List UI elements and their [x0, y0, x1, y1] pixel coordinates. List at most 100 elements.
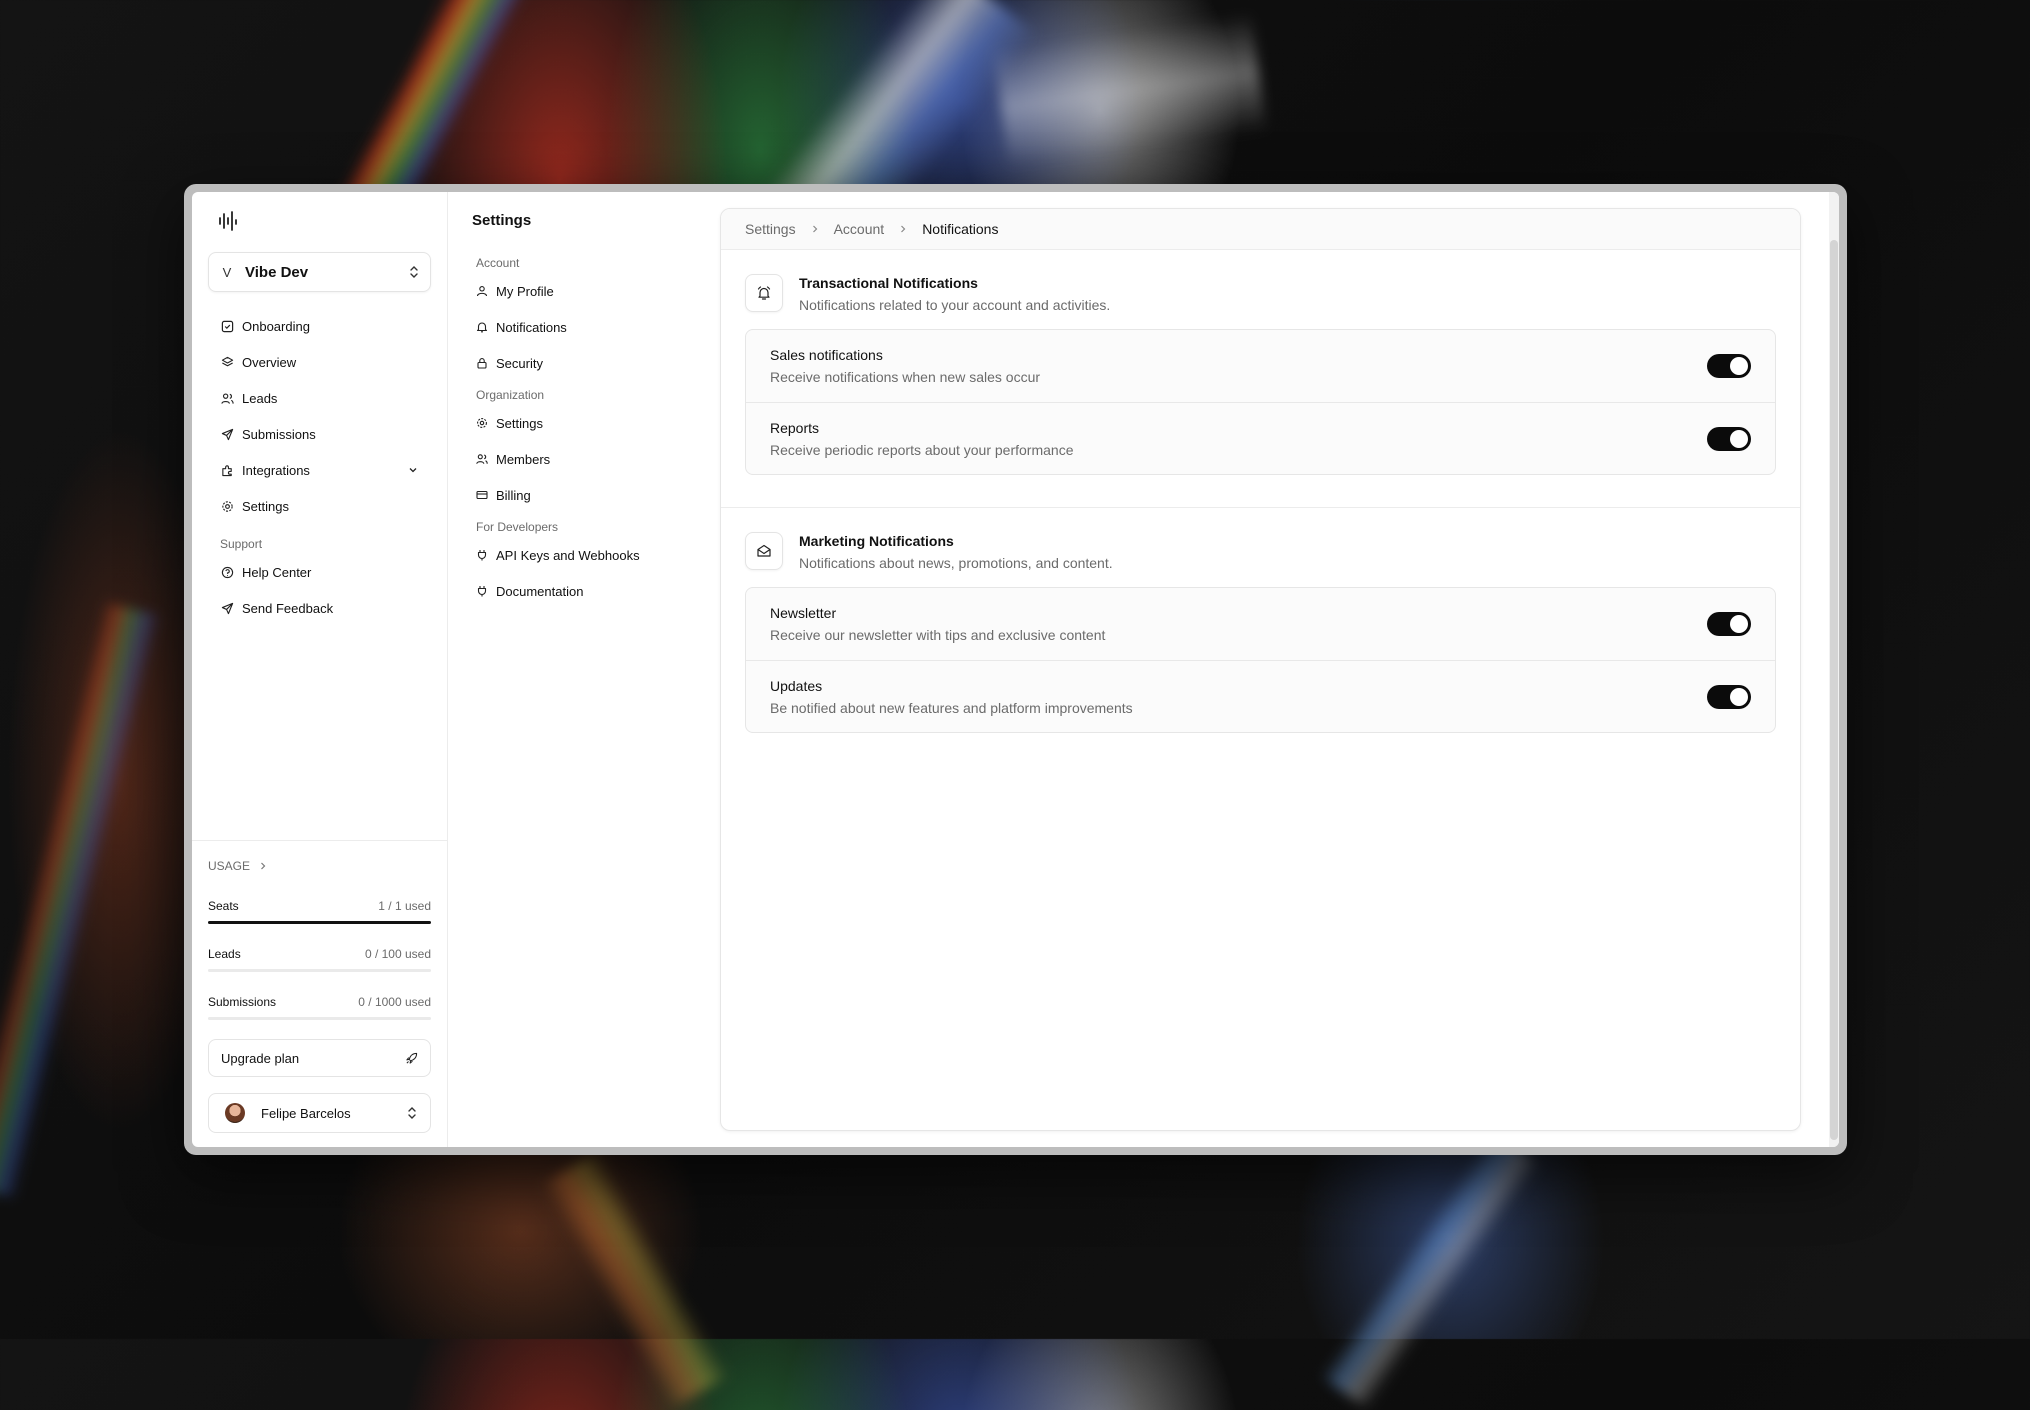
sidebar-item-submissions[interactable]: Submissions [208, 416, 431, 452]
background-light-beam [1319, 1129, 1541, 1410]
section-title: Marketing Notifications [799, 533, 954, 549]
usage-label: USAGE [208, 859, 251, 873]
option-row-newsletter: Newsletter Receive our newsletter with t… [746, 588, 1775, 660]
marketing-notifications-section: Marketing Notifications Notifications ab… [721, 507, 1800, 765]
user-menu-button[interactable]: Felipe Barcelos [208, 1093, 431, 1133]
scrollbar[interactable] [1829, 192, 1839, 1147]
plug-icon [477, 550, 487, 561]
breadcrumb-item-settings[interactable]: Settings [745, 221, 796, 237]
settings-nav-item-label: Documentation [496, 583, 584, 599]
sales-notifications-toggle[interactable] [1707, 354, 1751, 378]
usage-panel: USAGE Seats 1 / 1 used Leads 0 / 100 use… [192, 840, 447, 1133]
users-icon [221, 392, 234, 404]
settings-nav-item-api-keys[interactable]: API Keys and Webhooks [472, 537, 696, 573]
usage-row-label: Seats [208, 899, 239, 913]
workspace-avatar: V [222, 264, 232, 280]
usage-row-label: Leads [208, 947, 241, 961]
background-light-beam [539, 1149, 731, 1410]
section-description: Notifications related to your account an… [799, 297, 1111, 313]
sidebar-item-onboarding[interactable]: Onboarding [208, 308, 431, 344]
sidebar-item-label: Help Center [242, 564, 312, 580]
plug-icon [477, 586, 487, 597]
settings-nav-item-label: API Keys and Webhooks [496, 547, 640, 563]
settings-nav-item-documentation[interactable]: Documentation [472, 573, 696, 609]
option-list: Sales notifications Receive notification… [745, 329, 1776, 475]
settings-nav-item-billing[interactable]: Billing [472, 477, 696, 513]
workspace-switcher[interactable]: V Vibe Dev [208, 252, 431, 292]
sidebar-item-label: Settings [242, 498, 289, 514]
app-logo[interactable] [218, 208, 431, 234]
settings-nav-item-label: Settings [496, 415, 543, 431]
bell-icon [476, 322, 488, 333]
section-header: Marketing Notifications Notifications ab… [745, 532, 1776, 571]
usage-row-value: 1 / 1 used [378, 899, 431, 913]
sidebar-item-integrations[interactable]: Integrations [208, 452, 431, 488]
send-icon [221, 602, 234, 614]
settings-nav-item-my-profile[interactable]: My Profile [472, 273, 696, 309]
sidebar-item-label: Overview [242, 354, 297, 370]
chevron-down-icon[interactable] [408, 465, 418, 475]
sidebar-item-overview[interactable]: Overview [208, 344, 431, 380]
updates-toggle[interactable] [1707, 684, 1751, 709]
option-description: Be notified about new features and platf… [770, 699, 1133, 716]
breadcrumb: Settings Account Notifications [721, 209, 1800, 250]
section-description: Notifications about news, promotions, an… [799, 555, 1113, 571]
option-description: Receive periodic reports about your perf… [770, 441, 1074, 458]
sidebar-item-label: Send Feedback [242, 600, 334, 616]
sidebar-item-label: Onboarding [242, 318, 310, 334]
option-title: Reports [770, 419, 820, 436]
lock-icon [477, 358, 487, 369]
toggle-knob [1730, 687, 1748, 706]
newsletter-toggle[interactable] [1707, 612, 1751, 636]
option-description: Receive our newsletter with tips and exc… [770, 627, 1106, 643]
sidebar-item-send-feedback[interactable]: Send Feedback [208, 590, 431, 626]
toggle-knob [1730, 357, 1748, 375]
option-row-reports: Reports Receive periodic reports about y… [746, 402, 1775, 474]
chevrons-up-down-icon [408, 1107, 416, 1119]
option-title: Sales notifications [770, 347, 883, 363]
sidebar-item-leads[interactable]: Leads [208, 380, 431, 416]
app-window: V Vibe Dev Onboarding Overview Leads Sub… [192, 192, 1839, 1147]
settings-nav-item-org-settings[interactable]: Settings [472, 405, 696, 441]
sidebar-item-label: Submissions [242, 426, 316, 442]
layers-icon [221, 356, 234, 366]
upgrade-plan-button[interactable]: Upgrade plan [208, 1039, 431, 1077]
sidebar-item-settings[interactable]: Settings [208, 488, 431, 524]
help-circle-icon [221, 566, 234, 578]
usage-row-seats: Seats 1 / 1 used [208, 899, 431, 913]
section-header: Transactional Notifications Notification… [745, 274, 1776, 313]
notifications-panel: Settings Account Notifications Transacti… [720, 208, 1801, 1131]
toggle-knob [1730, 615, 1748, 633]
usage-row-value: 0 / 1000 used [358, 995, 431, 1009]
settings-nav-item-label: Billing [496, 487, 531, 503]
usage-row-value: 0 / 100 used [364, 947, 431, 961]
option-title: Updates [770, 677, 823, 694]
reports-toggle[interactable] [1707, 426, 1751, 451]
gear-icon [222, 500, 233, 512]
option-title: Newsletter [770, 605, 837, 621]
breadcrumb-item-account[interactable]: Account [834, 221, 885, 237]
settings-nav-item-label: My Profile [496, 283, 554, 299]
scrollbar-thumb[interactable] [1830, 240, 1838, 1140]
checkbox-icon [221, 320, 234, 332]
usage-progress-bar [208, 969, 431, 972]
option-list: Newsletter Receive our newsletter with t… [745, 587, 1776, 733]
usage-header[interactable]: USAGE [208, 859, 431, 873]
usage-row-leads: Leads 0 / 100 used [208, 947, 431, 961]
sidebar-item-help-center[interactable]: Help Center [208, 554, 431, 590]
chevron-right-icon [812, 225, 817, 233]
usage-progress-bar [208, 921, 431, 924]
user-name: Felipe Barcelos [261, 1105, 351, 1121]
settings-nav-item-label: Security [496, 355, 543, 371]
bell-icon [757, 286, 771, 300]
puzzle-icon [222, 464, 232, 476]
settings-nav-item-notifications[interactable]: Notifications [472, 309, 696, 345]
rocket-icon [406, 1052, 418, 1064]
settings-section-organization: Organization [476, 388, 545, 402]
settings-nav-item-members[interactable]: Members [472, 441, 696, 477]
chevron-right-icon [901, 225, 906, 233]
settings-section-account: Account [476, 256, 520, 270]
breadcrumb-item-current: Notifications [922, 221, 999, 237]
settings-nav-item-security[interactable]: Security [472, 345, 696, 381]
workspace-name: Vibe Dev [245, 263, 309, 281]
